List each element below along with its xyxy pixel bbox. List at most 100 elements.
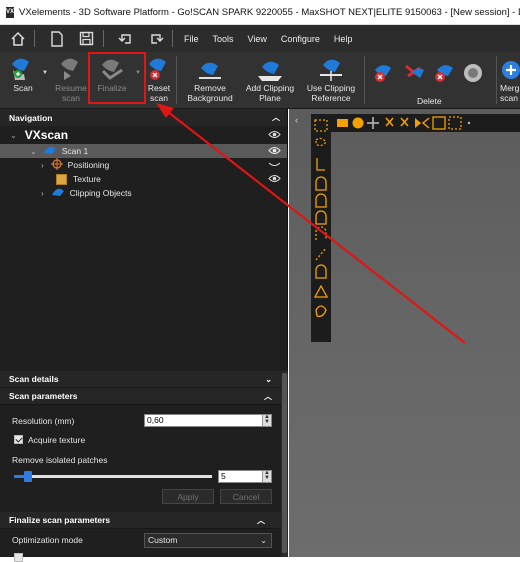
expand-chevron-icon[interactable]: ⌄	[265, 375, 272, 384]
resolution-row: Resolution (mm) 0,60 ▲ ▼	[0, 414, 280, 429]
spinner-arrows-icon[interactable]: ▲ ▼	[262, 414, 271, 426]
add-clipping-plane-label-2: Plane	[259, 93, 281, 103]
tree-item-label: Texture	[73, 174, 101, 184]
expand-chevron-icon[interactable]: ›	[41, 189, 44, 198]
collapse-chevron-icon[interactable]: ︿	[264, 391, 272, 402]
use-clipping-reference-label-1: Use Clipping	[306, 83, 356, 93]
new-document-icon[interactable]	[48, 30, 65, 47]
texture-icon	[56, 173, 67, 185]
visibility-eye-icon[interactable]	[268, 174, 281, 185]
save-icon[interactable]	[78, 30, 95, 47]
remove-patches-value: 5	[221, 471, 226, 481]
scan-parameters-header[interactable]: Scan parameters ︿	[0, 388, 288, 405]
collapse-chevron-icon[interactable]: ︿	[272, 112, 280, 123]
window-titlebar: VX VXelements - 3D Software Platform - G…	[0, 0, 520, 25]
patches-slider-handle[interactable]	[24, 471, 32, 482]
scan-details-header[interactable]: Scan details ⌄	[0, 371, 288, 388]
remove-background-icon	[196, 52, 224, 82]
partial-checkbox[interactable]	[14, 553, 23, 562]
remove-patches-label-row: Remove isolated patches	[0, 453, 280, 467]
merge-scans-button[interactable]: Merg scan	[500, 52, 520, 109]
scan-button[interactable]: Scan	[6, 52, 40, 109]
finalize-parameters-header[interactable]: Finalize scan parameters ︿	[0, 512, 281, 529]
redo-icon[interactable]	[147, 30, 164, 47]
panel-scrollbar[interactable]	[281, 371, 288, 557]
resume-scan-label-2: scan	[62, 93, 80, 103]
delete-selection-icon[interactable]	[372, 62, 396, 89]
remove-patches-slider-row: 5 ▲ ▼	[0, 469, 280, 485]
menu-configure[interactable]: Configure	[281, 34, 320, 44]
tree-item-texture[interactable]: Texture	[0, 172, 287, 186]
optimization-mode-row: Optimization mode Custom ⌄	[0, 533, 280, 548]
remove-background-button[interactable]: Remove Background	[184, 52, 236, 109]
scan-dropdown-icon[interactable]: ▼	[42, 70, 48, 76]
home-icon[interactable]	[9, 30, 26, 47]
acquire-texture-checkbox[interactable]	[14, 435, 23, 444]
menubar: File Tools View Configure Help	[0, 25, 520, 52]
menu-view[interactable]: View	[248, 34, 267, 44]
finalize-highlight-box	[88, 52, 146, 104]
scrollbar-thumb[interactable]	[282, 373, 287, 553]
tree-item-clipping-objects[interactable]: › Clipping Objects	[0, 186, 287, 200]
expand-chevron-icon[interactable]: ›	[41, 161, 44, 170]
delete-group-label: Delete	[417, 96, 442, 106]
remove-patches-input[interactable]: 5 ▲ ▼	[218, 470, 272, 483]
navigation-panel: Navigation ︿ ⌄ VXscan ⌄ Scan 1 › Positio…	[0, 109, 288, 371]
collapse-panel-icon[interactable]: ‹	[295, 115, 298, 125]
tree-item-label: Clipping Objects	[69, 188, 132, 198]
optimization-mode-value: Custom	[148, 535, 178, 545]
ribbon-separator	[176, 56, 177, 104]
toolbar-separator	[34, 30, 35, 47]
tree-item-label: Scan 1	[61, 146, 89, 156]
vertical-selection-toolbar	[311, 114, 331, 342]
reset-scan-icon	[147, 52, 171, 82]
remove-patches-label: Remove isolated patches	[12, 455, 108, 465]
reset-scan-button[interactable]: Reset scan	[146, 52, 172, 109]
resume-scan-button[interactable]: Resume scan	[54, 52, 88, 109]
acquire-texture-row: Acquire texture	[0, 433, 280, 447]
optimization-mode-select[interactable]: Custom ⌄	[144, 533, 272, 548]
ribbon-toolbar: Scan ▼ Resume scan Finalize ▼ Reset scan…	[0, 52, 520, 109]
menu-help[interactable]: Help	[334, 34, 353, 44]
visibility-off-icon[interactable]	[268, 160, 281, 171]
cancel-button[interactable]: Cancel	[220, 489, 272, 504]
apply-button[interactable]: Apply	[162, 489, 214, 504]
clipping-reference-icon	[317, 52, 345, 82]
window-title: VXelements - 3D Software Platform - Go!S…	[19, 6, 520, 18]
optimization-mode-label: Optimization mode	[12, 535, 83, 545]
merge-scans-label-2: scan	[500, 93, 518, 103]
patches-slider-track[interactable]	[14, 475, 212, 478]
add-clipping-plane-label-1: Add Clipping	[245, 83, 295, 93]
tree-item-scan-1[interactable]: ⌄ Scan 1	[0, 144, 287, 158]
delete-all-icon[interactable]	[462, 62, 484, 89]
finalize-parameters-title: Finalize scan parameters	[9, 515, 111, 525]
use-clipping-reference-label-2: Reference	[311, 93, 351, 103]
tree-root[interactable]: ⌄ VXscan	[0, 126, 287, 144]
3d-viewport[interactable]: ‹	[289, 109, 520, 557]
clipping-objects-icon	[51, 187, 65, 199]
delete-group: Delete	[366, 52, 494, 109]
resume-scan-icon	[58, 52, 84, 82]
toolbar-separator	[172, 30, 173, 47]
delete-background-icon[interactable]	[432, 62, 456, 89]
tree-item-positioning[interactable]: › Positioning	[0, 158, 287, 172]
visibility-eye-icon[interactable]	[268, 130, 281, 141]
expand-chevron-icon[interactable]: ⌄	[10, 131, 17, 140]
acquire-texture-label: Acquire texture	[28, 435, 86, 445]
scan-mesh-icon	[43, 145, 57, 157]
expand-chevron-icon[interactable]: ⌄	[30, 147, 37, 156]
collapse-chevron-icon[interactable]: ︿	[257, 515, 265, 526]
delete-isolated-icon[interactable]	[402, 62, 426, 89]
resume-scan-label-1: Resume	[55, 83, 87, 93]
spinner-arrows-icon[interactable]: ▲ ▼	[262, 470, 271, 482]
undo-icon[interactable]	[117, 30, 134, 47]
scan-label: Scan	[13, 83, 33, 93]
positioning-target-icon	[50, 158, 63, 172]
visibility-eye-icon[interactable]	[268, 146, 281, 157]
menu-tools[interactable]: Tools	[213, 34, 234, 44]
use-clipping-reference-button[interactable]: Use Clipping Reference	[302, 52, 360, 109]
clipping-plane-icon	[256, 52, 284, 82]
menu-file[interactable]: File	[184, 34, 199, 44]
resolution-input[interactable]: 0,60 ▲ ▼	[144, 414, 272, 427]
add-clipping-plane-button[interactable]: Add Clipping Plane	[242, 52, 298, 109]
